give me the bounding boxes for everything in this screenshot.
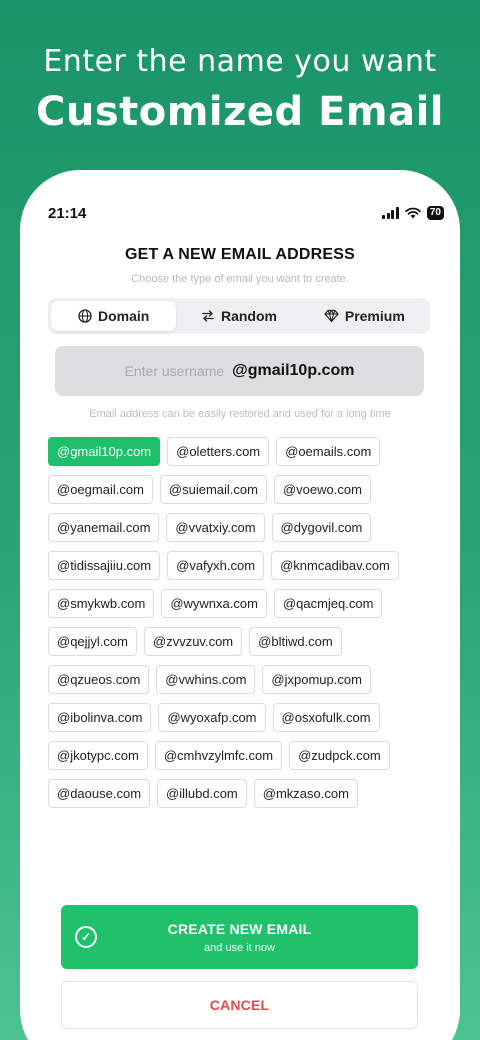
wifi-icon — [405, 207, 421, 219]
tab-random[interactable]: Random — [176, 301, 301, 331]
domain-chip[interactable]: @oegmail.com — [48, 475, 153, 504]
domain-chip[interactable]: @zudpck.com — [289, 741, 390, 770]
page-subtitle: Choose the type of email you want to cre… — [131, 273, 349, 285]
create-email-sublabel: and use it now — [204, 941, 275, 954]
domain-chip[interactable]: @wywnxa.com — [161, 589, 267, 618]
domain-chip[interactable]: @osxofulk.com — [272, 703, 380, 732]
domain-chip-list: @gmail10p.com @oletters.com @oemails.com @o… — [48, 437, 418, 808]
promo-heading: Customized Email — [35, 89, 445, 135]
domain-chip[interactable]: @qzueos.com — [48, 665, 150, 694]
username-field[interactable]: Enter username @gmail10p.com — [55, 346, 424, 396]
domain-chip[interactable]: @cmhvzylmfc.com — [154, 741, 283, 770]
domain-chip[interactable]: @voewo.com — [273, 475, 371, 504]
domain-chip[interactable]: @knmcadibav.com — [271, 551, 399, 580]
status-time: 21:14 — [48, 204, 87, 222]
restore-hint: Email address can be easily restored and… — [89, 408, 391, 420]
signal-icon — [382, 207, 399, 219]
domain-chip[interactable]: @ibolinva.com — [48, 703, 152, 732]
diamond-icon — [324, 309, 339, 323]
create-email-label: CREATE NEW EMAIL — [167, 920, 312, 937]
domain-chip[interactable]: @jkotypc.com — [48, 741, 148, 770]
email-type-tabs: Domain Random Premium — [48, 298, 430, 334]
tab-domain[interactable]: Domain — [51, 301, 177, 331]
domain-chip[interactable]: @zvvzuv.com — [144, 627, 243, 656]
domain-chip[interactable]: @suiemail.com — [159, 475, 267, 504]
domain-chip[interactable]: @oletters.com — [167, 437, 270, 466]
domain-chip[interactable]: @illubd.com — [157, 779, 247, 808]
domain-chip[interactable]: @wyoxafp.com — [158, 703, 266, 732]
domain-chip[interactable]: @yanemail.com — [48, 513, 160, 542]
cancel-button[interactable]: CANCEL — [61, 981, 418, 1029]
domain-chip[interactable]: @mkzaso.com — [253, 779, 358, 808]
tab-premium[interactable]: Premium — [302, 301, 427, 331]
tab-random-label: Random — [220, 308, 277, 324]
domain-chip[interactable]: @oemails.com — [276, 437, 381, 466]
domain-chip[interactable]: @gmail10p.com — [48, 437, 161, 466]
domain-chip[interactable]: @vvatxiy.com — [166, 513, 265, 542]
battery-icon: 70 — [426, 206, 444, 220]
domain-chip[interactable]: @smykwb.com — [48, 589, 155, 618]
selected-domain-suffix: @gmail10p.com — [232, 362, 355, 379]
username-placeholder: Enter username — [124, 363, 225, 379]
tab-domain-label: Domain — [97, 308, 150, 324]
domain-chip[interactable]: @tidissajiiu.com — [48, 551, 161, 580]
page-title: GET A NEW EMAIL ADDRESS — [124, 246, 356, 263]
globe-icon — [78, 309, 92, 323]
domain-chip[interactable]: @qejjyl.com — [48, 627, 137, 656]
create-email-button[interactable]: ✓ CREATE NEW EMAIL and use it now — [61, 905, 418, 969]
domain-chip[interactable]: @dygovil.com — [271, 513, 372, 542]
domain-chip[interactable]: @qacmjeq.com — [273, 589, 383, 618]
domain-chip[interactable]: @jxpomup.com — [262, 665, 371, 694]
swap-arrows-icon — [202, 310, 214, 322]
domain-chip[interactable]: @vafyxh.com — [167, 551, 265, 580]
tab-premium-label: Premium — [344, 308, 405, 324]
status-bar: 21:14 70 — [48, 202, 444, 224]
promo-headline: Enter the name you want Customized Email — [0, 44, 480, 135]
promo-subheading: Enter the name you want — [43, 44, 437, 79]
domain-chip[interactable]: @daouse.com — [48, 779, 151, 808]
domain-chip[interactable]: @bltiwd.com — [249, 627, 342, 656]
domain-chip[interactable]: @vwhins.com — [156, 665, 256, 694]
